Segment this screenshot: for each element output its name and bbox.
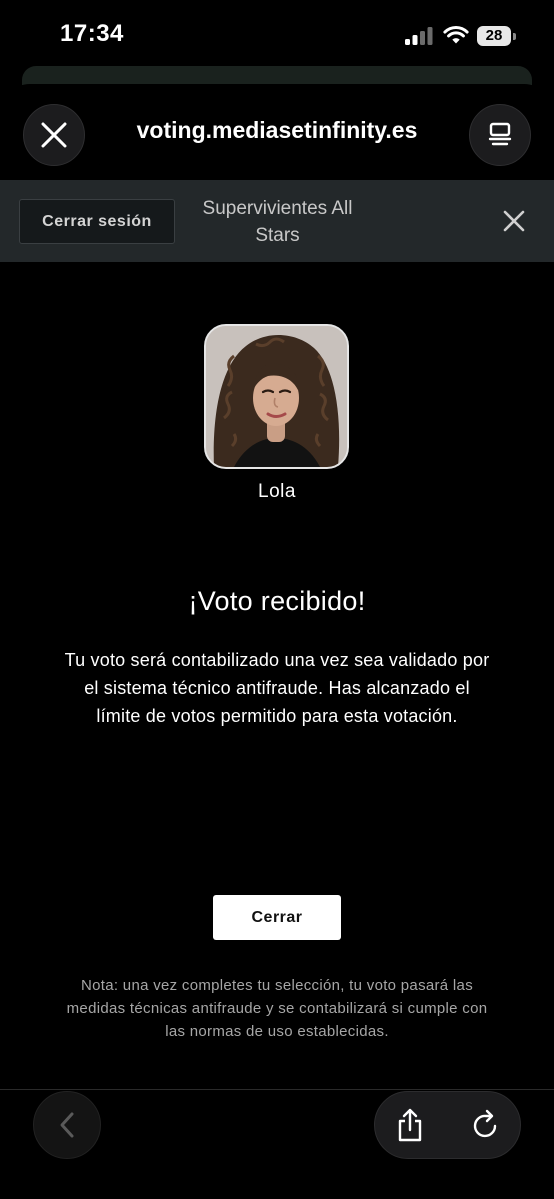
footer-note: Nota: una vez completes tu selección, tu… <box>66 977 488 1040</box>
status-time: 17:34 <box>60 20 124 47</box>
candidate-photo <box>204 324 349 469</box>
candidate-name: Lola <box>258 481 296 502</box>
toolbar-divider <box>0 1089 554 1090</box>
battery-nub <box>513 33 516 40</box>
reader-mode-button[interactable] <box>469 104 531 166</box>
reload-icon <box>473 1109 497 1138</box>
wifi-icon <box>443 26 469 44</box>
close-button[interactable]: Cerrar <box>213 895 341 940</box>
logout-button[interactable]: Cerrar sesión <box>19 199 175 244</box>
share-button[interactable] <box>388 1102 432 1148</box>
share-icon <box>398 1108 422 1142</box>
reload-button[interactable] <box>464 1102 508 1148</box>
close-icon <box>41 122 67 148</box>
header-close-button[interactable] <box>494 201 534 241</box>
status-bar: 17:34 28 <box>0 0 554 70</box>
chevron-left-icon <box>60 1112 74 1138</box>
reader-mode-icon <box>488 122 512 146</box>
confirmation-title: ¡Voto recibido! <box>188 586 366 616</box>
url-label[interactable]: voting.mediasetinfinity.es <box>100 117 454 144</box>
close-tab-button[interactable] <box>23 104 85 166</box>
candidate-portrait-image <box>206 326 347 467</box>
header-title: Supervivientes All Stars <box>202 198 353 246</box>
cellular-signal-icon <box>405 27 433 45</box>
confirmation-message: Tu voto será contabilizado una vez sea v… <box>64 650 490 726</box>
close-icon <box>503 210 525 232</box>
battery-level: 28 <box>477 26 511 46</box>
back-button[interactable] <box>33 1091 101 1159</box>
battery-indicator: 28 <box>477 26 517 47</box>
